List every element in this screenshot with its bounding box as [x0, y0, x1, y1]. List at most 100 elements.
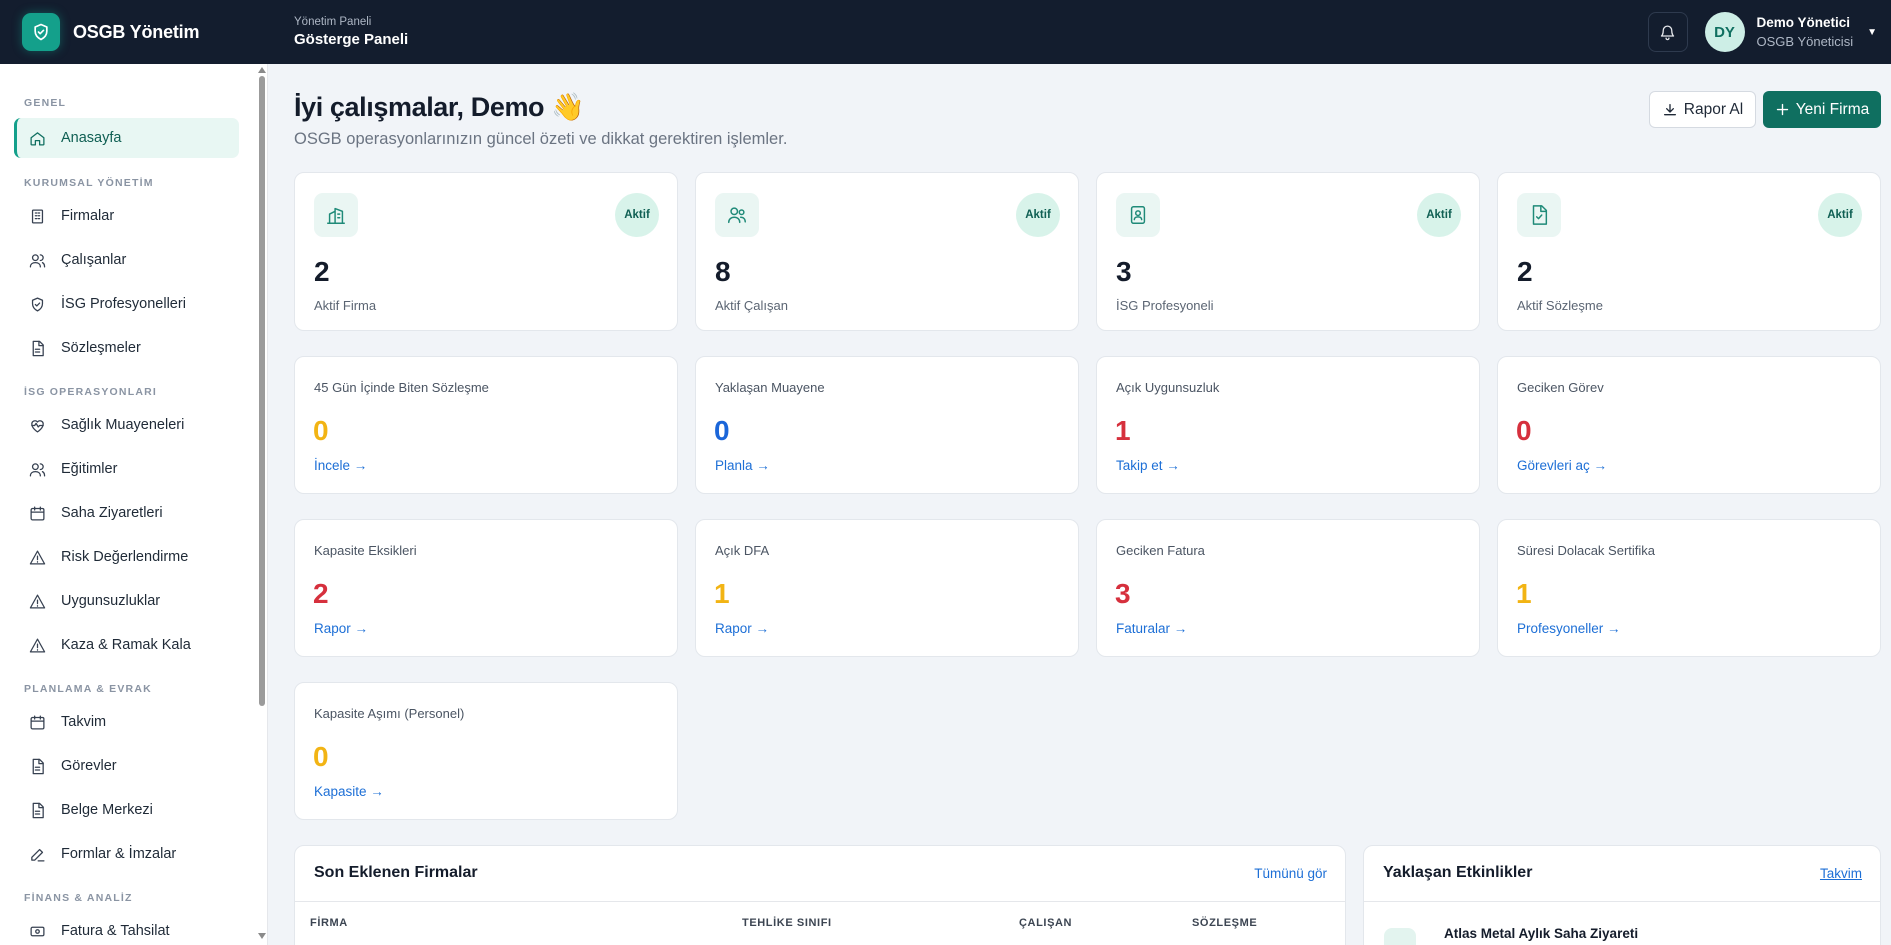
stat-value: 2	[314, 256, 330, 287]
calendar-icon	[1384, 928, 1416, 945]
warning-icon	[28, 592, 46, 610]
alert-link-invoices[interactable]: Faturalar →	[1116, 621, 1187, 636]
brand-name: OSGB Yönetim	[73, 21, 200, 42]
sidebar-item-saha-ziyaretleri[interactable]: Saha Ziyaretleri	[14, 493, 239, 533]
user-role: OSGB Yöneticisi	[1756, 34, 1854, 49]
main-content: İyi çalışmalar, Demo 👋 OSGB operasyonlar…	[269, 64, 1891, 945]
alert-link-capacity[interactable]: Kapasite →	[314, 784, 384, 799]
sidebar-item-risk-degerlendirme[interactable]: Risk Değerlendirme	[14, 537, 239, 577]
divider	[295, 901, 1345, 902]
view-all-link[interactable]: Tümünü gör	[1254, 866, 1327, 881]
alert-card-capacity-gaps: Kapasite Eksikleri 2 Rapor →	[294, 519, 678, 657]
alert-link-follow[interactable]: Takip et →	[1116, 458, 1180, 473]
alert-card-open-dfa: Açık DFA 1 Rapor →	[695, 519, 1079, 657]
alert-link-professionals[interactable]: Profesyoneller →	[1517, 621, 1621, 636]
sidebar-item-label: Risk Değerlendirme	[61, 549, 189, 565]
brand[interactable]: OSGB Yönetim	[0, 0, 268, 64]
alert-link-report[interactable]: Rapor →	[715, 621, 769, 636]
user-menu[interactable]: Demo Yönetici OSGB Yöneticisi	[1757, 15, 1854, 49]
alert-link-open-tasks[interactable]: Görevleri aç →	[1517, 458, 1607, 473]
column-header-company[interactable]: FİRMA	[310, 917, 348, 929]
caret-down-icon[interactable]: ▼	[1867, 27, 1877, 38]
column-header-hazard-class[interactable]: TEHLİKE SINIFI	[742, 917, 832, 929]
greeting-heading: İyi çalışmalar, Demo 👋	[294, 92, 585, 122]
document-icon	[28, 757, 46, 775]
sidebar-item-formlar-imzalar[interactable]: Formlar & İmzalar	[14, 834, 239, 874]
column-header-employees[interactable]: ÇALIŞAN	[1019, 917, 1072, 929]
stat-card-isg-professionals[interactable]: Aktif 3 İSG Profesyoneli	[1096, 172, 1480, 331]
sidebar-section-general: GENEL	[24, 97, 67, 109]
sidebar-item-firmalar[interactable]: Firmalar	[14, 196, 239, 236]
building-icon	[314, 193, 358, 237]
sidebar-item-saglik-muayeneleri[interactable]: Sağlık Muayeneleri	[14, 405, 239, 445]
alert-card-overdue-invoices: Geciken Fatura 3 Faturalar →	[1096, 519, 1480, 657]
sidebar-scrollbar[interactable]	[256, 64, 267, 945]
sidebar-item-calisanlar[interactable]: Çalışanlar	[14, 240, 239, 280]
calendar-link[interactable]: Takvim	[1820, 866, 1862, 881]
event-title[interactable]: Atlas Metal Aylık Saha Ziyareti	[1444, 926, 1638, 941]
document-icon	[28, 801, 46, 819]
stat-card-active-companies[interactable]: Aktif 2 Aktif Firma	[294, 172, 678, 331]
avatar[interactable]: DY	[1704, 12, 1745, 52]
sidebar-section-corporate: KURUMSAL YÖNETİM	[24, 177, 154, 189]
alert-link-report[interactable]: Rapor →	[314, 621, 368, 636]
sidebar-section-planning: PLANLAMA & EVRAK	[24, 683, 152, 695]
home-icon	[28, 129, 46, 147]
sidebar-item-label: Formlar & İmzalar	[61, 846, 177, 862]
alert-value: 0	[313, 741, 329, 772]
alert-value: 1	[714, 578, 730, 609]
alert-title: Açık DFA	[715, 543, 770, 558]
alert-value: 3	[1115, 578, 1131, 609]
page-title: Gösterge Paneli	[294, 31, 409, 48]
alert-value: 2	[313, 578, 329, 609]
scrollbar-thumb[interactable]	[259, 76, 265, 706]
sidebar-item-fatura-tahsilat[interactable]: Fatura & Tahsilat	[14, 911, 239, 945]
new-company-button[interactable]: Yeni Firma	[1763, 91, 1881, 128]
status-badge: Aktif	[1417, 193, 1461, 237]
sidebar-item-belge-merkezi[interactable]: Belge Merkezi	[14, 790, 239, 830]
alert-title: Geciken Görev	[1517, 380, 1604, 395]
column-header-contract[interactable]: SÖZLEŞME	[1192, 917, 1257, 929]
scroll-down-arrow-icon[interactable]	[258, 933, 266, 939]
sidebar-item-anasayfa[interactable]: Anasayfa	[14, 118, 239, 158]
calendar-icon	[28, 713, 46, 731]
alert-value: 0	[313, 415, 329, 446]
notifications-button[interactable]	[1647, 12, 1688, 52]
users-icon	[715, 193, 759, 237]
sidebar-item-uygunsuzluklar[interactable]: Uygunsuzluklar	[14, 581, 239, 621]
users-icon	[28, 251, 46, 269]
breadcrumb: Yönetim Paneli Gösterge Paneli	[294, 16, 408, 48]
sidebar-item-isg-profesyonelleri[interactable]: İSG Profesyonelleri	[14, 284, 239, 324]
sidebar-item-label: Takvim	[61, 714, 107, 730]
alert-value: 1	[1516, 578, 1532, 609]
recent-companies-panel: Son Eklenen Firmalar Tümünü gör FİRMA TE…	[294, 845, 1346, 945]
sidebar-item-label: İSG Profesyonelleri	[61, 296, 186, 312]
sidebar-item-kaza-ramak-kala[interactable]: Kaza & Ramak Kala	[14, 625, 239, 665]
stat-card-active-employees[interactable]: Aktif 8 Aktif Çalışan	[695, 172, 1079, 331]
scroll-up-arrow-icon[interactable]	[258, 67, 266, 73]
stat-label: Aktif Firma	[314, 298, 377, 313]
file-check-icon	[1517, 193, 1561, 237]
shield-icon	[28, 295, 46, 313]
sidebar: GENEL Anasayfa KURUMSAL YÖNETİM Firmalar…	[0, 64, 268, 945]
stat-card-active-contracts[interactable]: Aktif 2 Aktif Sözleşme	[1497, 172, 1881, 331]
pen-icon	[28, 845, 46, 863]
top-bar: OSGB Yönetim Yönetim Paneli Gösterge Pan…	[0, 0, 1891, 64]
stat-label: Aktif Çalışan	[715, 298, 788, 313]
sidebar-item-label: Çalışanlar	[61, 252, 127, 268]
sidebar-item-egitimler[interactable]: Eğitimler	[14, 449, 239, 489]
sidebar-item-sozlesmeler[interactable]: Sözleşmeler	[14, 328, 239, 368]
sidebar-item-gorevler[interactable]: Görevler	[14, 746, 239, 786]
stat-value: 2	[1517, 256, 1533, 287]
heart-pulse-icon	[28, 416, 46, 434]
alert-title: Kapasite Aşımı (Personel)	[314, 706, 465, 721]
alert-link-review[interactable]: İncele →	[314, 458, 367, 473]
sidebar-item-takvim[interactable]: Takvim	[14, 702, 239, 742]
alert-link-plan[interactable]: Planla →	[715, 458, 770, 473]
sidebar-item-label: Firmalar	[61, 208, 115, 224]
greeting-subtitle: OSGB operasyonlarınızın güncel özeti ve …	[294, 130, 788, 148]
sidebar-item-label: Sağlık Muayeneleri	[61, 417, 185, 433]
sidebar-item-label: Fatura & Tahsilat	[61, 923, 170, 939]
report-button[interactable]: Rapor Al	[1649, 91, 1756, 128]
sidebar-item-label: Kaza & Ramak Kala	[61, 637, 191, 653]
